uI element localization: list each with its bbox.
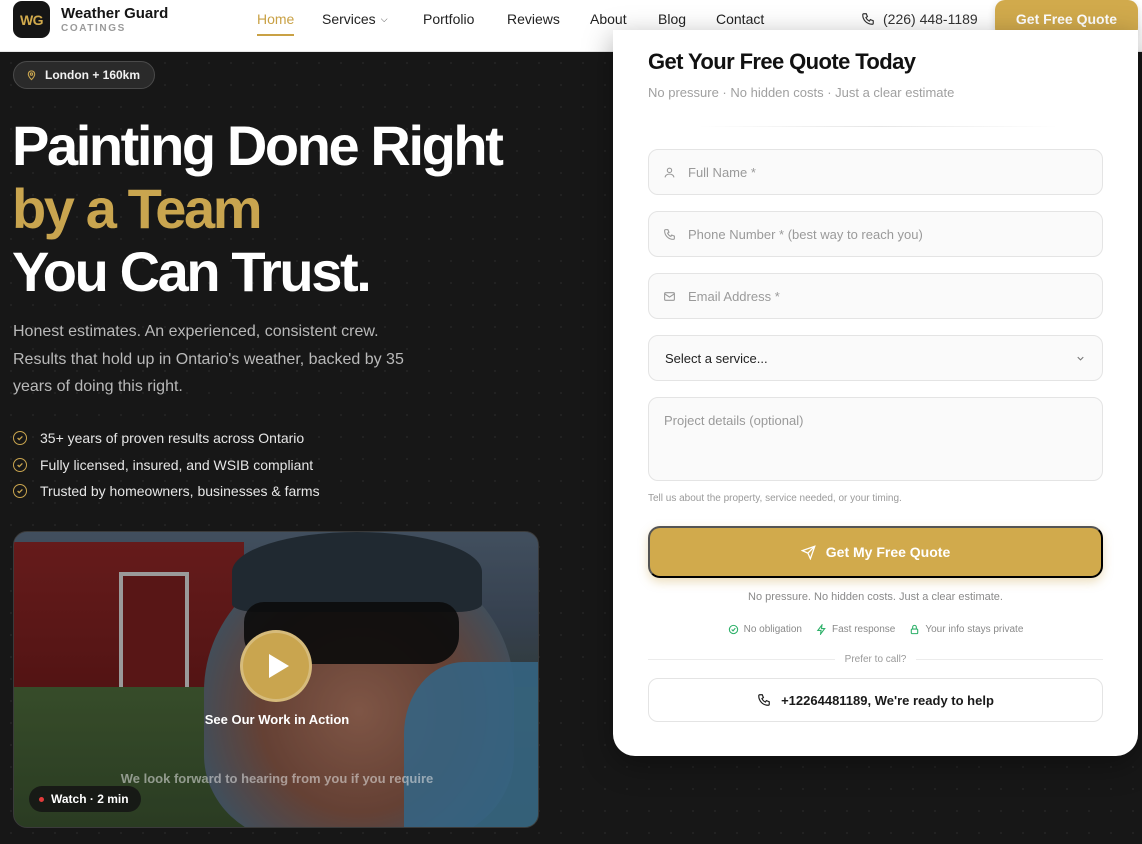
hero-headline: Painting Done Right by a Team You Can Tr… bbox=[12, 114, 612, 303]
check-circle-icon bbox=[13, 431, 27, 446]
call-button-label: +12264481189, We're ready to help bbox=[781, 692, 994, 708]
trust-bullets: 35+ years of proven results across Ontar… bbox=[13, 425, 320, 505]
nav-portfolio[interactable]: Portfolio bbox=[423, 11, 474, 35]
call-prompt: Prefer to call? bbox=[844, 653, 907, 665]
form-subtitle: No pressure · No hidden costs · Just a c… bbox=[648, 85, 955, 100]
location-badge: London + 160km bbox=[13, 61, 156, 89]
headline-line-1: Painting Done Right bbox=[12, 114, 504, 177]
badge-text: Your info stays private bbox=[925, 624, 1024, 635]
send-icon bbox=[800, 544, 816, 560]
phone-field[interactable] bbox=[648, 211, 1103, 257]
nav-reviews[interactable]: Reviews bbox=[507, 11, 560, 35]
phone-icon bbox=[862, 13, 874, 25]
headline-line-2: by a Team bbox=[12, 177, 263, 240]
email-field[interactable] bbox=[648, 273, 1103, 319]
brand-name[interactable]: Weather Guard bbox=[61, 5, 168, 22]
chevron-down-icon bbox=[1077, 356, 1084, 361]
nav-phone-number: (226) 448-1189 bbox=[883, 11, 978, 27]
divider-line bbox=[648, 658, 835, 660]
lightning-icon bbox=[816, 624, 826, 635]
badge-fast-response: Fast response bbox=[816, 624, 895, 635]
hero-lead: Honest estimates. An experienced, consis… bbox=[13, 323, 404, 395]
watch-duration-badge: Watch · 2 min bbox=[29, 786, 141, 812]
full-name-field[interactable] bbox=[648, 149, 1103, 195]
full-name-input[interactable] bbox=[688, 164, 1068, 180]
check-circle-icon bbox=[13, 484, 27, 499]
map-pin-icon bbox=[27, 70, 36, 81]
form-divider bbox=[698, 126, 1058, 127]
lock-icon bbox=[911, 624, 919, 635]
nav-services-label: Services bbox=[322, 11, 376, 27]
nav-home[interactable]: Home bbox=[257, 11, 295, 36]
location-text: London + 160km bbox=[45, 68, 141, 82]
assurance-badges: No obligation Fast response Your info st… bbox=[613, 624, 1138, 635]
badge-text: Fast response bbox=[831, 624, 896, 635]
user-icon bbox=[664, 167, 675, 177]
phone-icon bbox=[758, 694, 770, 706]
list-item: Trusted by homeowners, businesses & farm… bbox=[13, 478, 320, 505]
call-divider: Prefer to call? bbox=[648, 652, 1104, 666]
submit-quote-button[interactable]: Get My Free Quote bbox=[648, 526, 1103, 578]
headline-line-3: You Can Trust. bbox=[12, 240, 372, 303]
call-button[interactable]: +12264481189, We're ready to help bbox=[648, 678, 1103, 722]
phone-icon bbox=[664, 228, 675, 240]
check-circle-icon bbox=[13, 457, 27, 472]
play-icon[interactable] bbox=[240, 630, 312, 702]
project-details-textarea[interactable]: Project details (optional) bbox=[648, 397, 1103, 481]
form-note: No pressure. No hidden costs. Just a cle… bbox=[748, 591, 1003, 603]
details-hint: Tell us about the property, service need… bbox=[648, 493, 902, 504]
video-player[interactable]: See Our Work in Action We look forward t… bbox=[13, 531, 539, 828]
video-subtitle: We look forward to hearing from you if y… bbox=[120, 771, 434, 786]
nav-phone-link[interactable]: (226) 448-1189 bbox=[861, 11, 978, 27]
bullet-text: Trusted by homeowners, businesses & farm… bbox=[40, 483, 320, 500]
watch-duration-text: Watch · 2 min bbox=[51, 792, 129, 806]
phone-input[interactable] bbox=[688, 226, 1068, 242]
list-item: Fully licensed, insured, and WSIB compli… bbox=[13, 452, 320, 479]
brand-tagline: COATINGS bbox=[61, 23, 126, 34]
form-title: Get Your Free Quote Today bbox=[648, 49, 916, 74]
mail-icon bbox=[664, 291, 675, 301]
list-item: 35+ years of proven results across Ontar… bbox=[13, 425, 320, 452]
badge-private: Your info stays private bbox=[909, 624, 1023, 635]
nav-services[interactable]: Services ⌵ bbox=[322, 11, 388, 35]
chevron-down-icon: ⌵ bbox=[380, 14, 388, 24]
record-dot-icon bbox=[39, 796, 44, 802]
video-caption: See Our Work in Action bbox=[204, 712, 350, 727]
submit-quote-label: Get My Free Quote bbox=[825, 544, 951, 560]
logo-mark[interactable]: WG bbox=[13, 1, 50, 38]
badge-no-obligation: No obligation bbox=[728, 624, 802, 635]
divider-line bbox=[916, 658, 1104, 660]
bullet-text: 35+ years of proven results across Ontar… bbox=[40, 430, 305, 447]
badge-text: No obligation bbox=[743, 624, 802, 635]
bullet-text: Fully licensed, insured, and WSIB compli… bbox=[40, 456, 314, 473]
service-select-value: Select a service... bbox=[665, 350, 768, 366]
email-input[interactable] bbox=[688, 288, 1068, 304]
service-select[interactable]: Select a service... bbox=[648, 335, 1103, 381]
check-circle-icon bbox=[728, 624, 738, 635]
quote-form-card: Get Your Free Quote Today No pressure · … bbox=[613, 30, 1138, 756]
